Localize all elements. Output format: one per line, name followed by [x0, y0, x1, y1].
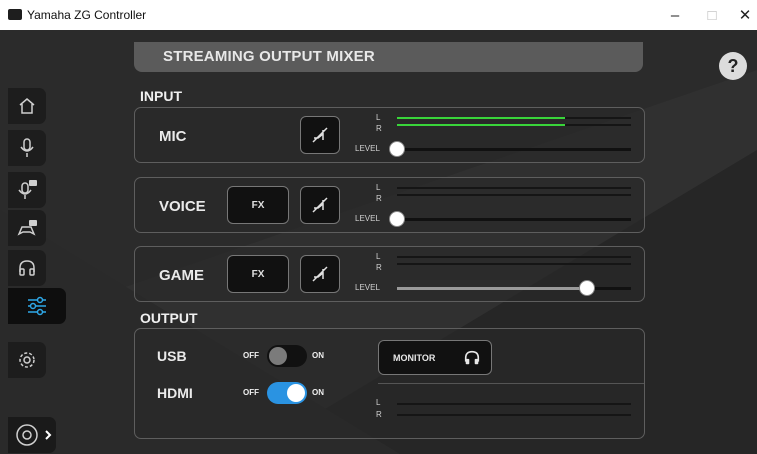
mic-meter-r: [397, 124, 631, 126]
window-title: Yamaha ZG Controller: [27, 8, 147, 22]
mixer-sliders-icon: [28, 296, 46, 316]
sidebar-item-headphones[interactable]: [8, 250, 46, 286]
game-meter-l: [397, 256, 631, 258]
game-mute-button[interactable]: [300, 255, 340, 293]
sidebar-item-home[interactable]: [8, 88, 46, 124]
voice-meter-r: [397, 194, 631, 196]
mic-fx-icon: [18, 180, 37, 199]
title-bar: Yamaha ZG Controller – □ ✕: [0, 0, 757, 30]
sidebar-item-microphone[interactable]: [8, 130, 46, 166]
headphones-icon: [464, 350, 480, 365]
hdmi-output-toggle[interactable]: [267, 382, 307, 404]
game-fx-button[interactable]: FX: [227, 255, 289, 293]
app-logo-icon: [8, 9, 22, 20]
voice-meter-l-label: L: [376, 183, 381, 192]
app-content: STREAMING OUTPUT MIXER ? INPUT MIC L R L…: [0, 30, 757, 454]
mic-channel-label: MIC: [159, 128, 187, 145]
expand-device-button[interactable]: [8, 417, 56, 453]
headphones-icon: [19, 260, 35, 276]
voice-meter-r-label: R: [376, 194, 382, 203]
hdmi-off-label: OFF: [243, 388, 259, 397]
voice-level-knob[interactable]: [389, 211, 405, 227]
mute-icon: [312, 127, 328, 143]
usb-label: USB: [157, 348, 187, 364]
usb-on-label: ON: [312, 351, 324, 360]
home-icon: [19, 98, 35, 114]
voice-level-slider[interactable]: [397, 218, 631, 221]
page-title: STREAMING OUTPUT MIXER: [163, 48, 375, 65]
mic-channel-panel: MIC L R LEVEL: [134, 107, 645, 163]
sidebar-item-mic-fx[interactable]: [8, 172, 46, 208]
mute-icon: [312, 266, 328, 282]
game-level-slider[interactable]: [397, 287, 631, 290]
minimize-button[interactable]: –: [657, 0, 693, 30]
game-channel-panel: GAME FX L R LEVEL: [134, 246, 645, 302]
mixer-header: STREAMING OUTPUT MIXER: [134, 42, 643, 72]
output-meter-r: [397, 414, 631, 416]
sidebar-item-settings[interactable]: [8, 342, 46, 378]
maximize-button[interactable]: □: [694, 0, 730, 30]
game-channel-label: GAME: [159, 267, 204, 284]
voice-level-label: LEVEL: [355, 214, 380, 223]
help-button[interactable]: ?: [719, 52, 747, 80]
device-chevron-right-icon: [16, 424, 52, 446]
voice-fx-button[interactable]: FX: [227, 186, 289, 224]
mic-meter-r-label: R: [376, 124, 382, 133]
hdmi-label: HDMI: [157, 385, 193, 401]
voice-channel-panel: VOICE FX L R LEVEL: [134, 177, 645, 233]
mic-level-label: LEVEL: [355, 144, 380, 153]
output-meter-l: [397, 403, 631, 405]
mic-meter-l: [397, 117, 631, 119]
usb-off-label: OFF: [243, 351, 259, 360]
hdmi-on-label: ON: [312, 388, 324, 397]
mic-mute-button[interactable]: [300, 116, 340, 154]
game-level-label: LEVEL: [355, 283, 380, 292]
output-section-label: OUTPUT: [140, 310, 198, 326]
game-meter-r-label: R: [376, 263, 382, 272]
mic-level-knob[interactable]: [389, 141, 405, 157]
output-meter-l-label: L: [376, 398, 381, 407]
close-button[interactable]: ✕: [727, 0, 757, 30]
microphone-icon: [20, 138, 34, 157]
sidebar-item-streaming-mixer[interactable]: [8, 288, 66, 324]
output-divider: [378, 383, 644, 384]
mute-icon: [312, 197, 328, 213]
input-section-label: INPUT: [140, 88, 182, 104]
monitor-label: MONITOR: [393, 353, 436, 363]
mic-level-slider[interactable]: [397, 148, 631, 151]
mic-meter-l-label: L: [376, 113, 381, 122]
sidebar-item-game-fx[interactable]: [8, 210, 46, 246]
usb-output-toggle[interactable]: [267, 345, 307, 367]
game-level-knob[interactable]: [579, 280, 595, 296]
game-meter-l-label: L: [376, 252, 381, 261]
gear-icon: [19, 352, 35, 368]
voice-mute-button[interactable]: [300, 186, 340, 224]
monitor-button[interactable]: MONITOR: [378, 340, 492, 375]
gamepad-fx-icon: [17, 220, 37, 236]
output-meter-r-label: R: [376, 410, 382, 419]
voice-meter-l: [397, 187, 631, 189]
game-meter-r: [397, 263, 631, 265]
output-panel: USB OFF ON HDMI OFF ON MONITOR L R: [134, 328, 645, 439]
voice-channel-label: VOICE: [159, 198, 206, 215]
